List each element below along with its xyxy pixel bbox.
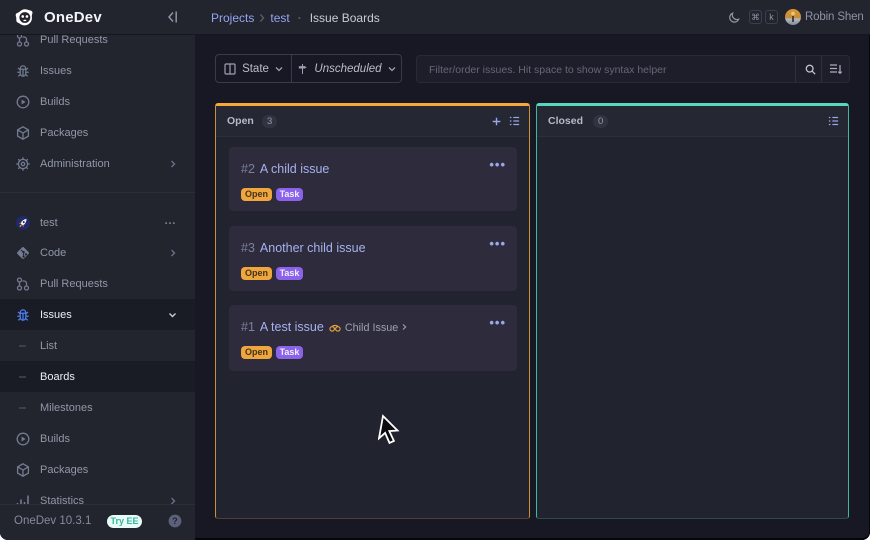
svg-text:?: ? xyxy=(172,516,178,526)
